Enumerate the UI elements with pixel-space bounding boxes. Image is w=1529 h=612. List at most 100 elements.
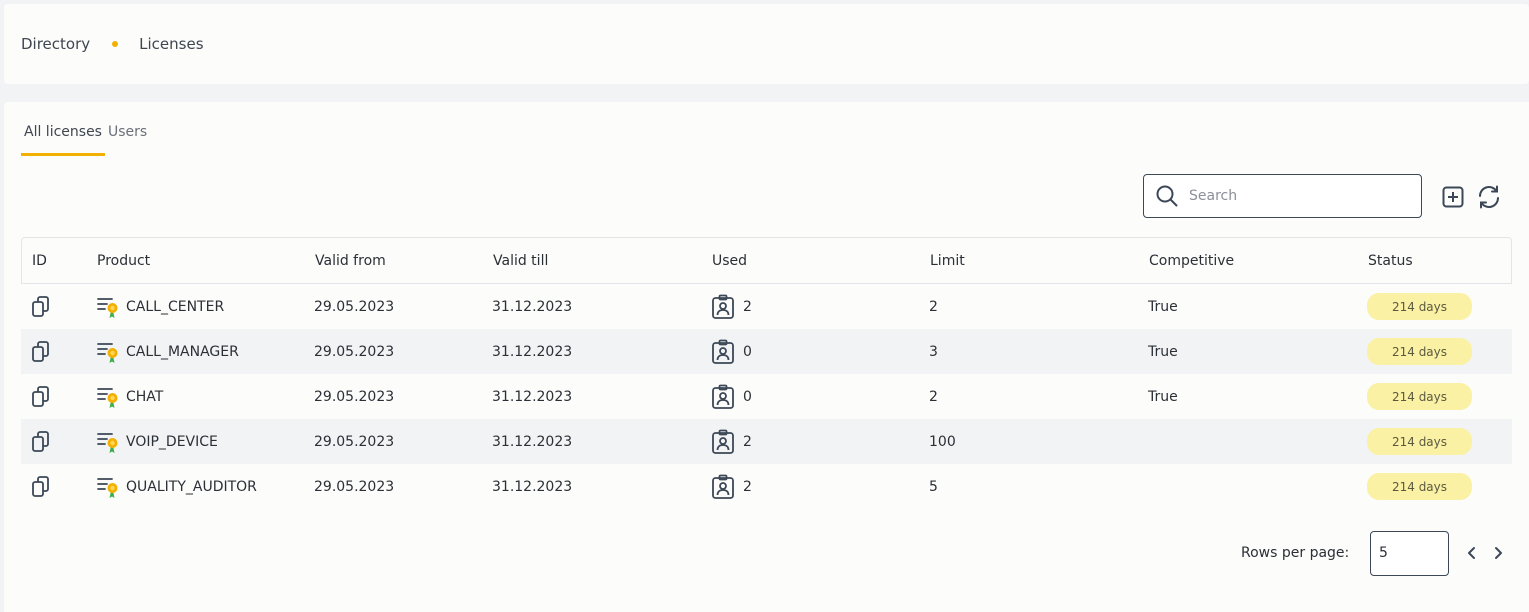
status-cell: 214 days bbox=[1367, 428, 1472, 455]
used-count: 2 bbox=[743, 478, 752, 495]
status-badge: 214 days bbox=[1367, 338, 1472, 365]
competitive-cell: True bbox=[1148, 298, 1178, 315]
valid-till-cell: 31.12.2023 bbox=[492, 478, 573, 495]
user-badge-icon bbox=[712, 339, 734, 364]
valid-till-cell: 31.12.2023 bbox=[492, 298, 573, 315]
table-row: CHAT 29.05.2023 31.12.2023 0 2 True 214 … bbox=[21, 374, 1512, 419]
copy-icon bbox=[32, 430, 49, 452]
tab-all-licenses[interactable]: All licenses bbox=[21, 124, 105, 156]
used-cell[interactable]: 2 bbox=[711, 474, 752, 500]
license-list-icon bbox=[97, 387, 118, 408]
license-list-icon bbox=[97, 477, 118, 498]
product-cell: CALL_CENTER bbox=[96, 295, 224, 319]
limit-cell: 2 bbox=[929, 388, 938, 405]
used-cell[interactable]: 0 bbox=[711, 384, 752, 410]
product-cell: CALL_MANAGER bbox=[96, 340, 239, 364]
search-icon bbox=[1156, 185, 1178, 207]
copy-icon bbox=[32, 385, 49, 407]
used-count: 0 bbox=[743, 343, 752, 360]
product-name: CALL_MANAGER bbox=[126, 343, 239, 360]
breadcrumb-directory[interactable]: Directory bbox=[21, 35, 90, 53]
status-cell: 214 days bbox=[1367, 338, 1472, 365]
column-header-valid-from[interactable]: Valid from bbox=[315, 253, 386, 269]
user-badge-icon bbox=[712, 294, 734, 319]
rows-per-page-input[interactable]: 5 bbox=[1370, 531, 1449, 576]
product-name: CHAT bbox=[126, 388, 164, 405]
status-badge: 214 days bbox=[1367, 473, 1472, 500]
copy-id-button[interactable] bbox=[31, 295, 53, 319]
used-cell[interactable]: 2 bbox=[711, 294, 752, 320]
valid-from-cell: 29.05.2023 bbox=[314, 343, 395, 360]
table-row: QUALITY_AUDITOR 29.05.2023 31.12.2023 2 … bbox=[21, 464, 1512, 509]
licenses-table: ID Product Valid from Valid till Used Li… bbox=[21, 237, 1512, 509]
limit-cell: 5 bbox=[929, 478, 938, 495]
license-list-icon bbox=[97, 297, 118, 318]
column-header-valid-till[interactable]: Valid till bbox=[493, 253, 548, 269]
status-badge: 214 days bbox=[1367, 428, 1472, 455]
product-cell: VOIP_DEVICE bbox=[96, 430, 218, 454]
status-badge: 214 days bbox=[1367, 293, 1472, 320]
chevron-right-icon bbox=[1495, 547, 1502, 559]
column-header-product[interactable]: Product bbox=[97, 253, 150, 269]
chevron-left-icon bbox=[1468, 547, 1475, 559]
breadcrumb-separator-dot bbox=[112, 41, 119, 47]
product-name: VOIP_DEVICE bbox=[126, 433, 218, 450]
status-cell: 214 days bbox=[1367, 473, 1472, 500]
breadcrumb: Directory Licenses bbox=[21, 35, 204, 53]
product-name: QUALITY_AUDITOR bbox=[126, 478, 257, 495]
tab-bar: All licenses Users bbox=[21, 124, 150, 156]
refresh-icon bbox=[1478, 185, 1500, 209]
add-license-button[interactable] bbox=[1439, 183, 1467, 211]
add-square-icon bbox=[1442, 186, 1464, 208]
breadcrumb-licenses: Licenses bbox=[139, 35, 204, 53]
license-list-icon bbox=[97, 432, 118, 453]
previous-page-button[interactable] bbox=[1462, 543, 1482, 563]
copy-icon bbox=[32, 295, 49, 317]
copy-id-button[interactable] bbox=[31, 430, 53, 454]
copy-id-button[interactable] bbox=[31, 475, 53, 499]
license-list-icon bbox=[97, 342, 118, 363]
next-page-button[interactable] bbox=[1488, 543, 1508, 563]
used-cell[interactable]: 0 bbox=[711, 339, 752, 365]
competitive-cell: True bbox=[1148, 388, 1178, 405]
column-header-used[interactable]: Used bbox=[712, 253, 747, 269]
table-row: VOIP_DEVICE 29.05.2023 31.12.2023 2 100 … bbox=[21, 419, 1512, 464]
limit-cell: 3 bbox=[929, 343, 938, 360]
used-cell[interactable]: 2 bbox=[711, 429, 752, 455]
status-cell: 214 days bbox=[1367, 383, 1472, 410]
search-input[interactable] bbox=[1189, 188, 1409, 204]
copy-id-button[interactable] bbox=[31, 385, 53, 409]
product-cell: QUALITY_AUDITOR bbox=[96, 475, 257, 499]
user-badge-icon bbox=[712, 474, 734, 499]
column-header-status[interactable]: Status bbox=[1368, 253, 1413, 269]
refresh-button[interactable] bbox=[1475, 183, 1503, 211]
competitive-cell: True bbox=[1148, 343, 1178, 360]
limit-cell: 100 bbox=[929, 433, 956, 450]
used-count: 2 bbox=[743, 298, 752, 315]
table-row: CALL_CENTER 29.05.2023 31.12.2023 2 2 Tr… bbox=[21, 284, 1512, 329]
column-header-limit[interactable]: Limit bbox=[930, 253, 965, 269]
header-card: Directory Licenses bbox=[4, 4, 1529, 84]
limit-cell: 2 bbox=[929, 298, 938, 315]
table-header: ID Product Valid from Valid till Used Li… bbox=[21, 237, 1512, 284]
tab-users[interactable]: Users bbox=[105, 124, 150, 156]
valid-till-cell: 31.12.2023 bbox=[492, 433, 573, 450]
pagination: Rows per page: 5 bbox=[4, 531, 1529, 576]
valid-from-cell: 29.05.2023 bbox=[314, 298, 395, 315]
status-badge: 214 days bbox=[1367, 383, 1472, 410]
column-header-id[interactable]: ID bbox=[32, 253, 47, 269]
copy-id-button[interactable] bbox=[31, 340, 53, 364]
rows-per-page-label: Rows per page: bbox=[1241, 545, 1350, 561]
table-body: CALL_CENTER 29.05.2023 31.12.2023 2 2 Tr… bbox=[21, 284, 1512, 509]
product-cell: CHAT bbox=[96, 385, 163, 409]
licenses-panel: All licenses Users ID Product Valid from… bbox=[4, 102, 1529, 612]
user-badge-icon bbox=[712, 384, 734, 409]
valid-from-cell: 29.05.2023 bbox=[314, 478, 395, 495]
used-count: 0 bbox=[743, 388, 752, 405]
valid-from-cell: 29.05.2023 bbox=[314, 433, 395, 450]
column-header-competitive[interactable]: Competitive bbox=[1149, 253, 1234, 269]
used-count: 2 bbox=[743, 433, 752, 450]
valid-till-cell: 31.12.2023 bbox=[492, 388, 573, 405]
search-field[interactable] bbox=[1143, 174, 1422, 218]
copy-icon bbox=[32, 340, 49, 362]
